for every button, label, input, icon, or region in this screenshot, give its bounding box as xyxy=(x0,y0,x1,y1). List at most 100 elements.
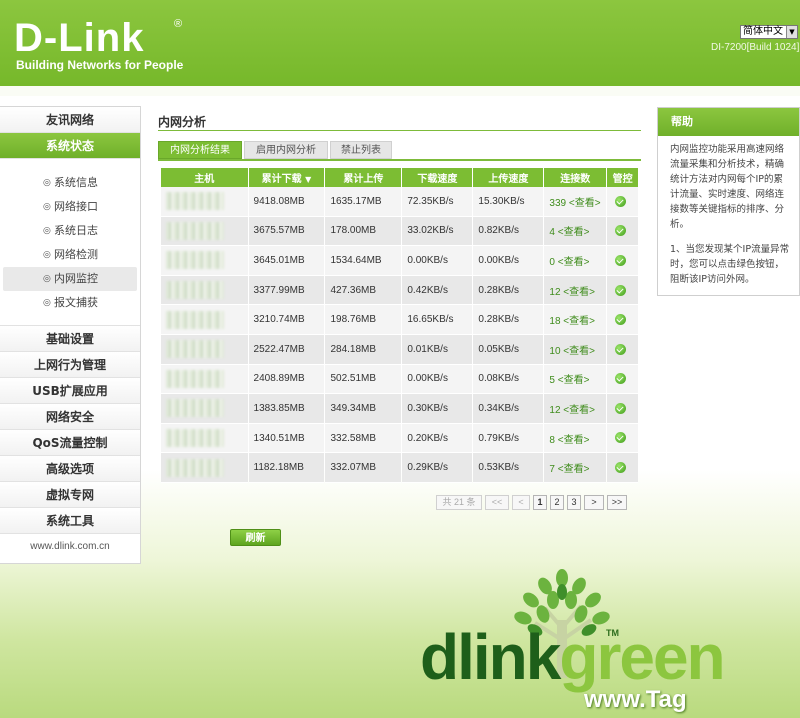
cell-download-speed: 0.00KB/s xyxy=(402,364,473,395)
tab-analysis-results[interactable]: 内网分析结果 xyxy=(158,141,242,159)
allow-toggle-icon[interactable] xyxy=(615,314,627,326)
pager-first-button[interactable]: << xyxy=(485,495,509,510)
allow-toggle-icon[interactable] xyxy=(615,432,627,444)
cell-download-speed: 0.29KB/s xyxy=(402,453,473,483)
cell-host xyxy=(161,187,248,217)
cell-total-upload: 1635.17MB xyxy=(325,187,402,217)
cell-control xyxy=(607,334,638,365)
bullet-icon: ◎ xyxy=(43,226,51,236)
allow-toggle-icon[interactable] xyxy=(615,373,627,385)
help-paragraph: 1、当您发现某个IP流量异常时，您可以点击绿色按钮，阻断该IP访问外网。 xyxy=(670,244,790,285)
col-header-upload-speed[interactable]: 上传速度 xyxy=(473,168,544,187)
help-panel: 帮助 内网监控功能采用高速网络流量采集和分析技术，精确统计方法对内网每个IP的累… xyxy=(657,107,800,296)
dropdown-arrow-icon: ▼ xyxy=(786,26,797,38)
firmware-version: DI-7200[Build 1024] xyxy=(711,42,800,53)
col-header-download-speed[interactable]: 下载速度 xyxy=(402,168,473,187)
pager-last-button[interactable]: >> xyxy=(607,495,627,510)
view-connections-link[interactable]: 4 <查看> xyxy=(549,227,589,238)
col-header-total-download[interactable]: 累计下载 ▼ xyxy=(248,168,325,187)
cell-connections: 7 <查看> xyxy=(544,453,607,483)
allow-toggle-icon[interactable] xyxy=(615,343,627,355)
table-row: 3377.99MB 427.36MB 0.42KB/s 0.28KB/s 12 <查看> xyxy=(161,275,638,306)
redacted-host xyxy=(166,281,224,300)
cell-upload-speed: 15.30KB/s xyxy=(473,187,544,217)
language-select[interactable]: 简体中文 ▼ xyxy=(740,25,798,39)
cell-download-speed: 72.35KB/s xyxy=(402,187,473,217)
col-header-label: 累计下载 xyxy=(261,174,302,185)
sort-desc-icon: ▼ xyxy=(305,175,312,184)
nav-basic-settings[interactable]: 基础设置 xyxy=(0,326,140,352)
tab-block-list[interactable]: 禁止列表 xyxy=(330,141,392,159)
nav-sub-lan-monitor[interactable]: ◎ 内网监控 xyxy=(3,267,137,291)
bullet-icon: ◎ xyxy=(43,202,51,212)
pager-next-button[interactable]: > xyxy=(584,495,604,510)
view-connections-link[interactable]: 8 <查看> xyxy=(549,435,589,446)
tab-enable-analysis[interactable]: 启用内网分析 xyxy=(244,141,328,159)
refresh-button[interactable]: 刷新 xyxy=(230,529,281,546)
pager-page-1[interactable]: 1 xyxy=(533,495,547,510)
table-row: 2408.89MB 502.51MB 0.00KB/s 0.08KB/s 5 <查看> xyxy=(161,364,638,395)
nav-sub-packet-capture[interactable]: ◎ 报文捕获 xyxy=(0,291,140,315)
view-connections-link[interactable]: 10 <查看> xyxy=(549,346,595,357)
nav-qos[interactable]: QoS流量控制 xyxy=(0,430,140,456)
nav-network-security[interactable]: 网络安全 xyxy=(0,404,140,430)
redacted-host xyxy=(166,399,224,418)
cell-total-upload: 332.58MB xyxy=(325,423,402,454)
nav-usb-apps[interactable]: USB扩展应用 xyxy=(0,378,140,404)
nav-sub-system-log[interactable]: ◎ 系统日志 xyxy=(0,219,140,243)
table-row: 1383.85MB 349.34MB 0.30KB/s 0.34KB/s 12 <查看> xyxy=(161,394,638,424)
sidebar-footer-url[interactable]: www.dlink.com.cn xyxy=(0,534,140,560)
cell-total-upload: 349.34MB xyxy=(325,394,402,424)
allow-toggle-icon[interactable] xyxy=(615,254,627,266)
view-connections-link[interactable]: 12 <查看> xyxy=(549,405,595,416)
table-header-row: 主机 累计下载 ▼ 累计上传 下载速度 上传速度 连接数 管控 xyxy=(161,168,638,187)
dlinkgreen-logo: dlinkgreen xyxy=(420,625,726,689)
nav-system-status[interactable]: 系统状态 xyxy=(0,133,140,159)
table-row: 9418.08MB 1635.17MB 72.35KB/s 15.30KB/s 339 … xyxy=(161,187,638,217)
allow-toggle-icon[interactable] xyxy=(615,284,627,296)
cell-total-download: 1383.85MB xyxy=(248,394,325,424)
view-connections-link[interactable]: 339 <查看> xyxy=(549,198,600,209)
pager-prev-button[interactable]: < xyxy=(512,495,530,510)
table-row: 2522.47MB 284.18MB 0.01KB/s 0.05KB/s 10 <查看> xyxy=(161,334,638,365)
nav-internet-behavior[interactable]: 上网行为管理 xyxy=(0,352,140,378)
cell-connections: 339 <查看> xyxy=(544,187,607,217)
view-connections-link[interactable]: 12 <查看> xyxy=(549,287,595,298)
view-connections-link[interactable]: 18 <查看> xyxy=(549,316,595,327)
cell-total-upload: 427.36MB xyxy=(325,275,402,306)
cell-total-upload: 198.76MB xyxy=(325,305,402,335)
bullet-icon: ◎ xyxy=(43,178,51,188)
view-connections-link[interactable]: 5 <查看> xyxy=(549,375,589,386)
nav-dlink-network[interactable]: 友讯网络 xyxy=(0,107,140,133)
cell-connections: 5 <查看> xyxy=(544,364,607,395)
allow-toggle-icon[interactable] xyxy=(615,402,627,414)
view-connections-link[interactable]: 7 <查看> xyxy=(549,464,589,475)
cell-control xyxy=(607,216,638,247)
allow-toggle-icon[interactable] xyxy=(615,225,627,237)
cell-upload-speed: 0.82KB/s xyxy=(473,216,544,247)
nav-sub-system-info[interactable]: ◎ 系统信息 xyxy=(0,171,140,195)
col-header-total-upload[interactable]: 累计上传 xyxy=(325,168,402,187)
nav-sub-network-interface[interactable]: ◎ 网络接口 xyxy=(0,195,140,219)
allow-toggle-icon[interactable] xyxy=(615,195,627,207)
pager-page-3[interactable]: 3 xyxy=(567,495,581,510)
cell-total-upload: 178.00MB xyxy=(325,216,402,247)
col-header-connections[interactable]: 连接数 xyxy=(544,168,607,187)
cell-total-upload: 332.07MB xyxy=(325,453,402,483)
nav-advanced[interactable]: 高级选项 xyxy=(0,456,140,482)
nav-system-tools[interactable]: 系统工具 xyxy=(0,508,140,534)
view-connections-link[interactable]: 0 <查看> xyxy=(549,257,589,268)
tab-divider xyxy=(158,159,641,161)
pager-total: 共 21 条 xyxy=(436,495,482,510)
cell-total-download: 2408.89MB xyxy=(248,364,325,395)
header-strip xyxy=(0,86,800,96)
col-header-host[interactable]: 主机 xyxy=(161,168,248,187)
cell-upload-speed: 0.28KB/s xyxy=(473,275,544,306)
table-row: 3210.74MB 198.76MB 16.65KB/s 0.28KB/s 18 <查看… xyxy=(161,305,638,335)
allow-toggle-icon[interactable] xyxy=(615,462,627,474)
pager-page-2[interactable]: 2 xyxy=(550,495,564,510)
nav-vpn[interactable]: 虚拟专网 xyxy=(0,482,140,508)
redacted-host xyxy=(166,310,224,329)
cell-download-speed: 16.65KB/s xyxy=(402,305,473,335)
nav-sub-network-check[interactable]: ◎ 网络检测 xyxy=(0,243,140,267)
